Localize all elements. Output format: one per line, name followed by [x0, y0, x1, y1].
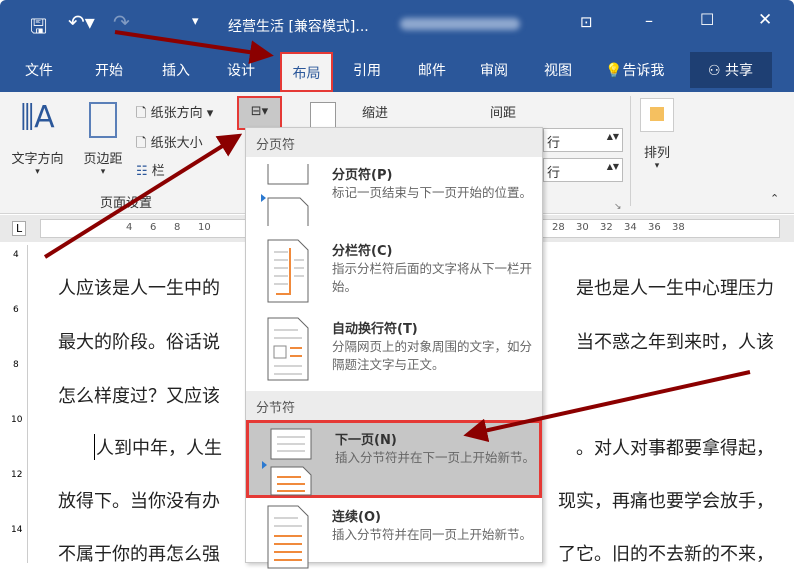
- orientation-icon: 🗋: [136, 106, 147, 121]
- vertical-ruler[interactable]: 4 6 8 10 12 14: [8, 245, 28, 563]
- tell-me[interactable]: 💡告诉我: [605, 60, 664, 80]
- menu-item-page-break[interactable]: 分页符(P) 标记一页结束与下一页开始的位置。: [246, 158, 542, 234]
- window-title: 经营生活 [兼容模式]...: [228, 19, 369, 35]
- section-header-page-breaks: 分页符: [246, 128, 542, 157]
- maximize-icon[interactable]: ☐: [700, 10, 714, 29]
- tab-layout[interactable]: 布局: [280, 52, 333, 92]
- blurred-username: [400, 18, 520, 30]
- ribbon-display-icon[interactable]: ⊡: [580, 13, 593, 31]
- size-icon: 🗋: [136, 136, 147, 151]
- spacing-before-input[interactable]: 行 ▲▼: [543, 128, 623, 152]
- spacing-after-input[interactable]: 行 ▲▼: [543, 158, 623, 182]
- save-icon[interactable]: 🖫: [30, 12, 47, 46]
- text-direction-button[interactable]: ⫼A 文字方向 ▾: [10, 98, 65, 177]
- arrange-button[interactable]: 排列 ▾: [638, 98, 676, 171]
- text-direction-icon: ⫼A: [20, 100, 55, 135]
- tab-insert[interactable]: 插入: [162, 60, 190, 80]
- margins-button[interactable]: 页边距 ▾: [78, 98, 128, 177]
- text-wrapping-break-icon: [267, 317, 309, 381]
- margins-icon: [89, 102, 117, 138]
- page-break-icon: [261, 164, 309, 226]
- tab-review[interactable]: 审阅: [480, 60, 508, 80]
- breaks-icon: ⊟▾: [250, 104, 269, 119]
- tab-file[interactable]: 文件: [25, 60, 53, 80]
- continuous-icon: [267, 505, 309, 569]
- column-break-icon: [267, 239, 309, 303]
- ribbon-tabs: 文件 开始 插入 设计 布局 引用 邮件 审阅 视图 💡告诉我 ⚇ 共享: [0, 48, 794, 92]
- section-header-section-breaks: 分节符: [246, 391, 542, 420]
- minimize-icon[interactable]: –: [645, 11, 653, 30]
- undo-icon[interactable]: ↶▾: [68, 10, 95, 34]
- menu-item-column-break[interactable]: 分栏符(C) 指示分栏符后面的文字将从下一栏开始。: [246, 234, 542, 312]
- size-button[interactable]: 🗋 纸张大小: [136, 132, 203, 156]
- collapse-ribbon-icon[interactable]: ⌃: [770, 192, 779, 205]
- menu-item-text-wrapping-break[interactable]: 自动换行符(T) 分隔网页上的对象周围的文字，如分隔题注文字与正文。: [246, 312, 542, 390]
- tab-stop-icon[interactable]: L: [12, 221, 27, 236]
- dialog-launcher-icon[interactable]: ↘: [614, 202, 622, 212]
- indent-label: 缩进: [362, 106, 389, 121]
- share-button[interactable]: ⚇ 共享: [690, 52, 772, 88]
- next-page-icon: [262, 428, 312, 496]
- menu-item-next-page[interactable]: 下一页(N) 插入分节符并在下一页上开始新节。: [246, 420, 542, 498]
- lightbulb-icon: 💡: [605, 63, 623, 79]
- menu-item-continuous[interactable]: 连续(O) 插入分节符并在同一页上开始新节。: [246, 500, 542, 569]
- customize-icon[interactable]: ▾: [192, 14, 199, 29]
- tab-mailings[interactable]: 邮件: [418, 60, 446, 80]
- tab-design[interactable]: 设计: [227, 60, 255, 80]
- tab-home[interactable]: 开始: [95, 60, 123, 80]
- user-add-icon: ⚇: [708, 63, 726, 79]
- group-label-page-setup: 页面设置: [100, 196, 153, 211]
- tab-view[interactable]: 视图: [544, 60, 572, 80]
- columns-icon: ☷: [136, 164, 148, 179]
- redo-icon[interactable]: ↷: [113, 10, 130, 34]
- breaks-dropdown-menu: 分页符 分页符(P) 标记一页结束与下一页开始的位置。 分栏符(C) 指示分栏符后面…: [245, 127, 543, 569]
- columns-button[interactable]: ☷ 栏: [136, 160, 165, 179]
- spacing-label: 间距: [490, 106, 517, 121]
- title-bar: 🖫 ↶▾ ↷ ▾ 经营生活 [兼容模式]... ⊡ – ☐ ✕: [0, 0, 794, 48]
- close-icon[interactable]: ✕: [758, 10, 772, 30]
- tab-references[interactable]: 引用: [353, 60, 381, 80]
- group-divider: [630, 96, 631, 206]
- orientation-button[interactable]: 🗋 纸张方向 ▾: [136, 102, 213, 126]
- arrange-icon: [650, 107, 664, 121]
- breaks-button[interactable]: ⊟▾: [237, 96, 282, 130]
